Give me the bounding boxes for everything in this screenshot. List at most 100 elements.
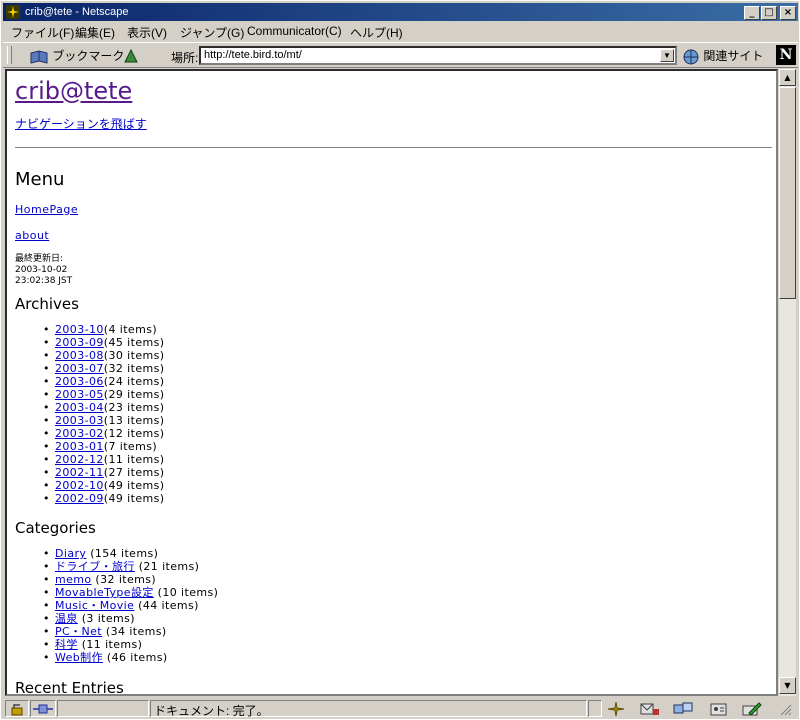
archive-link[interactable]: 2003-03 (55, 414, 104, 427)
netscape-logo[interactable]: N (776, 45, 796, 65)
vertical-scrollbar[interactable]: ▲ ▼ (778, 69, 796, 696)
archive-link[interactable]: 2003-09 (55, 336, 104, 349)
menu-heading: Menu (15, 169, 65, 190)
scrollbar-thumb[interactable] (779, 87, 796, 299)
category-link[interactable]: Diary (55, 547, 86, 560)
connection-pane (30, 700, 56, 717)
about-link[interactable]: about (15, 229, 49, 242)
archive-link[interactable]: 2003-05 (55, 388, 104, 401)
category-link[interactable]: Music・Movie (55, 599, 134, 612)
category-link[interactable]: ドライブ・旅行 (55, 560, 135, 573)
scroll-up-button[interactable]: ▲ (779, 69, 796, 86)
item-count: (11 items) (103, 453, 165, 466)
menu-bar: ファイル(F) 編集(E) 表示(V) ジャンプ(G) Communicator… (3, 22, 798, 41)
resize-grip-icon[interactable] (778, 702, 792, 716)
archive-link[interactable]: 2003-01 (55, 440, 104, 453)
mail-icon[interactable] (639, 701, 661, 717)
page-proxy-icon[interactable] (123, 48, 139, 64)
address-book-icon[interactable] (708, 701, 730, 717)
category-link[interactable]: 温泉 (55, 612, 78, 625)
archive-link[interactable]: 2003-06 (55, 375, 104, 388)
item-count: (49 items) (103, 479, 165, 492)
menu-go[interactable]: ジャンプ(G) (180, 24, 244, 41)
archive-link[interactable]: 2003-04 (55, 401, 104, 414)
archive-link[interactable]: 2002-10 (55, 479, 104, 492)
security-pane[interactable] (5, 700, 29, 717)
list-item: 2003-05(29 items) (15, 388, 164, 401)
status-bar: ドキュメント: 完了。 (3, 698, 798, 719)
list-item: 2002-11(27 items) (15, 466, 164, 479)
list-item: 2003-08(30 items) (15, 349, 164, 362)
bookmarks-button[interactable]: ブックマーク (29, 46, 124, 66)
item-count: (4 items) (103, 323, 158, 336)
recent-entries-heading: Recent Entries (15, 679, 124, 696)
skip-navigation-link[interactable]: ナビゲーションを飛ばす (15, 115, 147, 132)
list-item: 2002-12(11 items) (15, 453, 164, 466)
list-item: 温泉 (3 items) (15, 612, 218, 625)
item-count: (49 items) (103, 492, 165, 505)
menu-help[interactable]: ヘルプ(H) (350, 24, 403, 41)
url-dropdown-button[interactable]: ▼ (660, 49, 674, 62)
archive-link[interactable]: 2002-11 (55, 466, 104, 479)
list-item: PC・Net (34 items) (15, 625, 218, 638)
status-text-pane: ドキュメント: 完了。 (150, 700, 587, 718)
last-updated-time: 23:02:38 JST (15, 276, 73, 286)
url-text: http://tete.bird.to/mt/ (204, 49, 302, 61)
archive-link[interactable]: 2003-02 (55, 427, 104, 440)
item-count: (154 items) (86, 547, 159, 560)
item-count: (21 items) (134, 560, 200, 573)
toolbar-grip[interactable] (7, 46, 12, 64)
scroll-down-button[interactable]: ▼ (779, 677, 796, 694)
archive-link[interactable]: 2003-10 (55, 323, 104, 336)
bookmark-icon (30, 50, 48, 64)
connection-icon (33, 704, 53, 714)
item-count: (10 items) (153, 586, 219, 599)
minimize-button[interactable]: _ (744, 6, 760, 20)
discussion-icon[interactable] (672, 701, 694, 717)
item-count: (12 items) (103, 427, 165, 440)
close-button[interactable]: × (780, 6, 796, 20)
menu-file[interactable]: ファイル(F) (11, 24, 74, 41)
menu-view[interactable]: 表示(V) (127, 24, 167, 41)
category-link[interactable]: Web制作 (55, 651, 103, 664)
category-link[interactable]: memo (55, 573, 92, 586)
archive-link[interactable]: 2003-08 (55, 349, 104, 362)
category-link[interactable]: MovableType設定 (55, 586, 154, 599)
status-text: ドキュメント: 完了。 (154, 704, 269, 718)
title-bar[interactable]: crib@tete - Netscape _ □ × (3, 3, 798, 21)
archives-heading: Archives (15, 295, 79, 313)
item-count: (7 items) (103, 440, 158, 453)
related-sites-button[interactable]: 関連サイト (682, 46, 763, 66)
item-count: (29 items) (103, 388, 165, 401)
menu-communicator[interactable]: Communicator(C) (247, 24, 342, 38)
progress-pane (57, 700, 149, 717)
archive-link[interactable]: 2003-07 (55, 362, 104, 375)
item-count: (3 items) (77, 612, 135, 625)
categories-list: Diary (154 items) ドライブ・旅行 (21 items) mem… (15, 547, 218, 664)
site-title-link[interactable]: crib@tete (15, 77, 132, 105)
window-title: crib@tete - Netscape (25, 6, 129, 18)
maximize-button[interactable]: □ (761, 6, 777, 20)
bookmarks-label: ブックマーク (52, 49, 125, 63)
composer-icon[interactable] (741, 701, 763, 717)
menu-edit[interactable]: 編集(E) (75, 24, 115, 41)
archives-list: 2003-10(4 items) 2003-09(45 items) 2003-… (15, 323, 164, 505)
list-item: 2003-01(7 items) (15, 440, 164, 453)
archive-link[interactable]: 2002-09 (55, 492, 104, 505)
location-label: 場所: (171, 51, 199, 65)
homepage-link[interactable]: HomePage (15, 203, 78, 216)
category-link[interactable]: PC・Net (55, 625, 102, 638)
page-viewport[interactable]: crib@tete ナビゲーションを飛ばす Menu HomePage abou… (5, 69, 778, 696)
category-link[interactable]: 科学 (55, 638, 78, 651)
navigator-component-icon[interactable] (607, 701, 625, 717)
list-item: 2003-09(45 items) (15, 336, 164, 349)
list-item: 科学 (11 items) (15, 638, 218, 651)
archive-link[interactable]: 2002-12 (55, 453, 104, 466)
list-item: MovableType設定 (10 items) (15, 586, 218, 599)
list-item: memo (32 items) (15, 573, 218, 586)
list-item: ドライブ・旅行 (21 items) (15, 560, 218, 573)
url-input[interactable]: http://tete.bird.to/mt/ ▼ (199, 46, 677, 65)
netscape-app-icon (6, 5, 20, 19)
list-item: Web制作 (46 items) (15, 651, 218, 664)
item-count: (30 items) (103, 349, 165, 362)
